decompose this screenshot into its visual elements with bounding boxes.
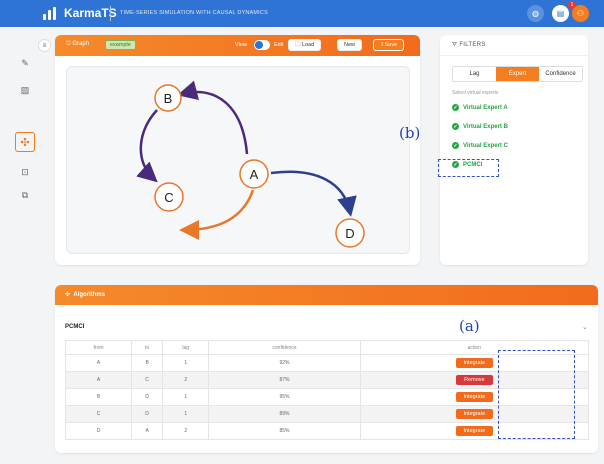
check-icon: ✓ [452, 123, 459, 130]
integrate-button[interactable]: Integrate [455, 392, 493, 402]
integrate-button[interactable]: Integrate [455, 358, 493, 368]
menu-toggle-icon[interactable]: ≡ [38, 39, 51, 52]
edit-label: Edit [274, 42, 284, 48]
graph-canvas[interactable]: A B C D [66, 66, 410, 254]
logo-icon [43, 7, 61, 20]
user-avatar-icon[interactable]: ⚇ [572, 5, 589, 22]
column-header: to [131, 340, 164, 355]
cell-from: A [64, 371, 133, 389]
chart-icon[interactable]: ▨ [18, 83, 32, 97]
remove-button[interactable]: Remove [455, 375, 493, 385]
expert-item-b[interactable]: ✓ Virtual Expert B [452, 123, 508, 130]
view-label: View [235, 42, 247, 48]
column-header: lag [162, 340, 210, 355]
cell-lag: 2 [162, 371, 210, 389]
chevron-down-icon[interactable]: ⌄ [582, 323, 588, 331]
cell-confidence: 95% [208, 388, 361, 406]
view-edit-toggle[interactable] [254, 40, 270, 50]
filters-divider [440, 55, 588, 56]
filter-icon: ⛛ [452, 42, 458, 48]
node-d[interactable]: D [335, 218, 365, 248]
cell-confidence: 89% [208, 405, 361, 423]
column-header: confidence [208, 340, 361, 355]
example-tag: example [105, 40, 136, 50]
cell-confidence: 87% [208, 371, 361, 389]
cell-from: A [64, 354, 133, 372]
graph-header: ⎋ Graph example View Edit 🗀 Load New ⇪Sa… [55, 35, 420, 56]
save-button[interactable]: ⇪Save [373, 39, 405, 51]
cell-from: D [64, 422, 133, 440]
cell-lag: 2 [162, 422, 210, 440]
cell-to: D [131, 405, 164, 423]
new-button[interactable]: New [337, 39, 363, 51]
cell-from: B [64, 388, 133, 406]
graph-title: ⎋ Graph [66, 41, 90, 47]
annotation-box-b [438, 159, 499, 177]
cell-confidence: 92% [208, 354, 361, 372]
edge-a-d [270, 170, 357, 217]
node-c-label: C [164, 190, 173, 205]
cell-to: D [131, 388, 164, 406]
brand-divider [110, 6, 111, 21]
algorithms-title: ✣ Algorithms [65, 292, 106, 298]
graph-nav-icon[interactable]: ✣ [15, 132, 35, 152]
check-icon: ✓ [452, 142, 459, 149]
cell-lag: 1 [162, 388, 210, 406]
node-a-label: A [250, 167, 259, 182]
document-icon[interactable]: ▤ [552, 5, 569, 22]
graph-panel: ⎋ Graph example View Edit 🗀 Load New ⇪Sa… [55, 35, 420, 265]
tab-expert[interactable]: Expert [496, 67, 539, 81]
annotation-label-b: (b) [399, 124, 421, 142]
edge-a-b [177, 80, 249, 155]
cell-to: A [131, 422, 164, 440]
expert-item-a[interactable]: ✓ Virtual Expert A [452, 104, 508, 111]
integrate-button[interactable]: Integrate [455, 426, 493, 436]
left-rail: ✎ ▨ ✣ ⊡ ⧉ [0, 27, 45, 464]
app-tagline: TIME-SERIES SIMULATION WITH CAUSAL DYNAM… [120, 10, 268, 16]
column-header: from [64, 340, 133, 355]
annotation-label-a: (a) [459, 317, 480, 335]
node-b[interactable]: B [154, 84, 182, 112]
node-c[interactable]: C [154, 182, 184, 212]
tab-confidence[interactable]: Confidence [539, 67, 582, 81]
expert-item-c[interactable]: ✓ Virtual Expert C [452, 142, 508, 149]
cell-lag: 1 [162, 354, 210, 372]
cell-from: C [64, 405, 133, 423]
layers-icon[interactable]: ⧉ [18, 188, 32, 202]
filters-title: ⛛ FILTERS [452, 42, 486, 48]
tab-lag[interactable]: Lag [453, 67, 496, 81]
annotation-box-a [498, 350, 575, 439]
algorithms-header: ✣ Algorithms [55, 285, 598, 305]
top-bar: KarmaTS TIME-SERIES SIMULATION WITH CAUS… [0, 0, 604, 27]
load-button[interactable]: 🗀 Load [288, 39, 322, 51]
app-name: KarmaTS [64, 6, 117, 20]
monitor-icon[interactable]: ⊡ [18, 165, 32, 179]
node-d-label: D [345, 226, 354, 241]
filter-tabs: Lag Expert Confidence [452, 66, 583, 82]
cell-to: B [131, 354, 164, 372]
filter-hint: Select virtual experts [452, 90, 499, 96]
cell-lag: 1 [162, 405, 210, 423]
cell-to: C [131, 371, 164, 389]
algorithm-name: PCMCI [65, 324, 85, 330]
edge-a-c [179, 189, 255, 240]
theme-icon[interactable]: ◍ [527, 5, 544, 22]
check-icon: ✓ [452, 104, 459, 111]
causal-graph[interactable]: A B C D [67, 67, 411, 255]
filters-panel: ⛛ FILTERS Lag Expert Confidence Select v… [440, 35, 588, 265]
integrate-button[interactable]: Integrate [455, 409, 493, 419]
cell-confidence: 85% [208, 422, 361, 440]
edge-b-c [136, 109, 158, 183]
edit-icon[interactable]: ✎ [18, 56, 32, 70]
node-b-label: B [164, 91, 173, 106]
node-a[interactable]: A [239, 159, 269, 189]
